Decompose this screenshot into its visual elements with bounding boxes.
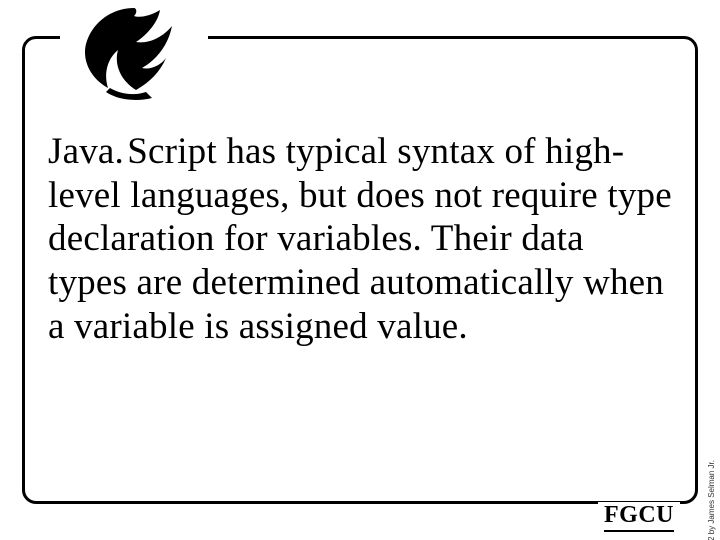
copyright-text: Copyright © 2002 by James Selman Jr.	[707, 460, 716, 540]
eagle-logo	[60, 2, 208, 102]
footer-logo-text: FGCU	[604, 502, 674, 528]
footer-logo: FGCU	[598, 502, 680, 532]
slide: Java. Script has typical syntax of high-…	[0, 0, 720, 540]
footer-logo-underline	[604, 530, 674, 532]
body-text: Java. Script has typical syntax of high-…	[48, 130, 672, 348]
eagle-logo-icon	[64, 2, 204, 102]
